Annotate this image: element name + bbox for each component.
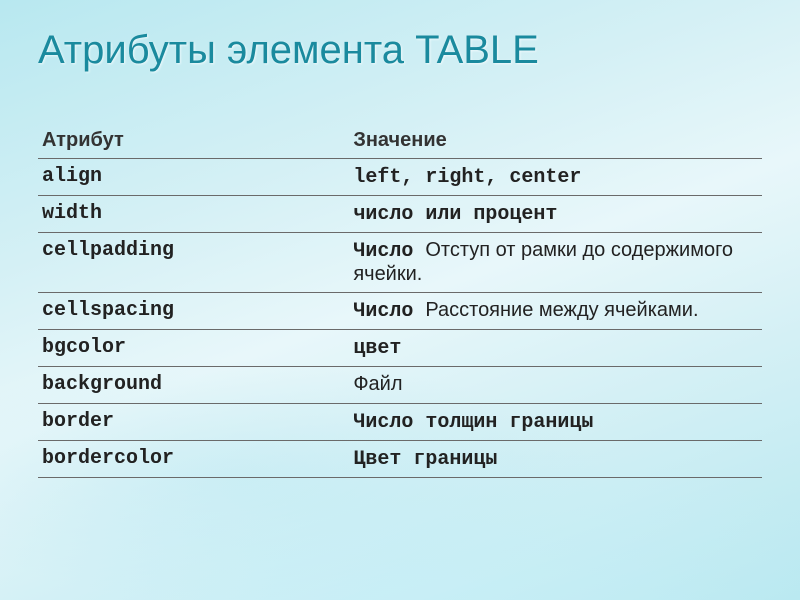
attr-name: background xyxy=(38,367,349,404)
attr-name: width xyxy=(38,196,349,233)
value-mono: Цвет границы xyxy=(353,448,497,471)
attr-name: cellpadding xyxy=(38,233,349,293)
attr-value: Число Отступ от рамки до содержимого яче… xyxy=(349,233,762,293)
attr-value: цвет xyxy=(349,330,762,367)
value-mono: Число xyxy=(353,300,425,323)
attr-name: align xyxy=(38,159,349,196)
table-row: cellspacing Число Расстояние между ячейк… xyxy=(38,293,762,330)
attr-name: bordercolor xyxy=(38,441,349,478)
table-header-row: Атрибут Значение xyxy=(38,123,762,159)
value-mono: цвет xyxy=(353,337,401,360)
attr-value: left, right, center xyxy=(349,159,762,196)
attr-value: Цвет границы xyxy=(349,441,762,478)
attr-name: border xyxy=(38,404,349,441)
table-row: cellpadding Число Отступ от рамки до сод… xyxy=(38,233,762,293)
attr-name: bgcolor xyxy=(38,330,349,367)
attr-value: Файл xyxy=(349,367,762,404)
header-value: Значение xyxy=(349,123,762,159)
value-sans: Файл xyxy=(353,373,402,395)
table-row: bgcolor цвет xyxy=(38,330,762,367)
attr-value: число или процент xyxy=(349,196,762,233)
value-mono: left, right, center xyxy=(353,166,581,189)
table-row: border Число толщин границы xyxy=(38,404,762,441)
value-sans: Расстояние между ячейками. xyxy=(425,299,698,321)
value-mono: Число xyxy=(353,240,425,263)
table-row: bordercolor Цвет границы xyxy=(38,441,762,478)
value-mono: число или процент xyxy=(353,203,557,226)
slide: Атрибуты элемента TABLE Атрибут Значение… xyxy=(0,0,800,600)
header-attribute: Атрибут xyxy=(38,123,349,159)
slide-title: Атрибуты элемента TABLE xyxy=(38,28,762,73)
table-row: background Файл xyxy=(38,367,762,404)
attr-value: Число толщин границы xyxy=(349,404,762,441)
table-row: align left, right, center xyxy=(38,159,762,196)
table-row: width число или процент xyxy=(38,196,762,233)
attributes-table: Атрибут Значение align left, right, cent… xyxy=(38,123,762,478)
attr-value: Число Расстояние между ячейками. xyxy=(349,293,762,330)
attr-name: cellspacing xyxy=(38,293,349,330)
value-mono: Число толщин границы xyxy=(353,411,593,434)
